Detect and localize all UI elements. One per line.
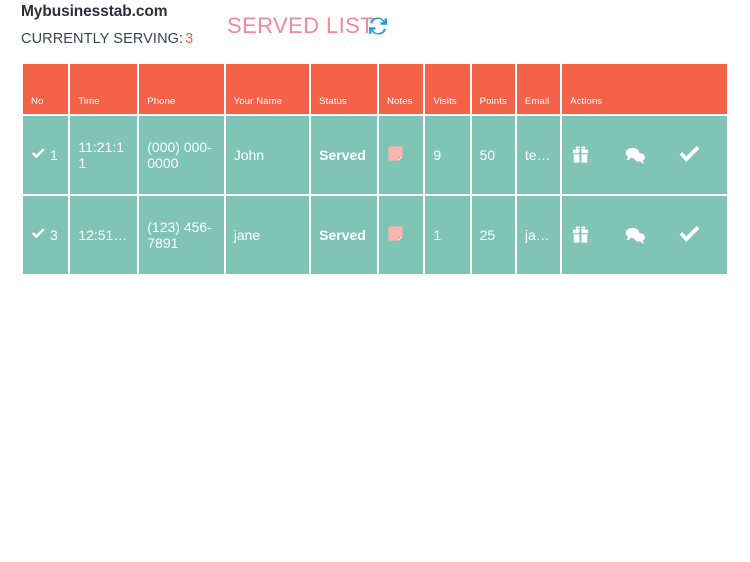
served-check-icon [31, 147, 45, 164]
currently-serving-number: 3 [185, 31, 194, 47]
cell-phone: (000) 000-0000 [139, 116, 224, 194]
cell-status: Served [311, 196, 378, 274]
served-list-table-wrapper: No Time Phone Your Name Status Notes Vis… [21, 62, 729, 276]
served-check-icon [31, 227, 45, 244]
column-header-points[interactable]: Points [471, 64, 515, 114]
cell-points: 50 [471, 116, 515, 194]
cell-actions [562, 116, 727, 194]
column-header-email[interactable]: Email [516, 64, 561, 114]
check-icon[interactable] [678, 224, 700, 246]
cell-no-value: 1 [50, 146, 58, 163]
column-header-status[interactable]: Status [311, 64, 378, 114]
column-header-no[interactable]: No [23, 64, 69, 114]
column-header-time[interactable]: Time [70, 64, 138, 114]
brand-title: Mybusinesstab.com [21, 3, 168, 20]
currently-serving-label: CURRENTLY SERVING: [21, 31, 184, 47]
table-row[interactable]: 1 11:21:11 (000) 000-0000 John Served 9 [23, 116, 727, 194]
page-title: SERVED LIST [227, 13, 375, 38]
column-header-phone[interactable]: Phone [139, 64, 224, 114]
refresh-icon[interactable] [367, 15, 389, 37]
sticky-note-icon[interactable] [387, 225, 404, 242]
cell-email: ja… [516, 196, 561, 274]
currently-serving: CURRENTLY SERVING: 3 [21, 31, 193, 47]
column-header-notes[interactable]: Notes [379, 64, 424, 114]
cell-phone: (123) 456-7891 [139, 196, 224, 274]
sticky-note-icon[interactable] [387, 145, 404, 162]
column-header-actions[interactable]: Actions [562, 64, 727, 114]
gift-icon[interactable] [570, 224, 592, 246]
cell-no: 3 [23, 196, 69, 274]
table-header-row: No Time Phone Your Name Status Notes Vis… [23, 64, 727, 114]
cell-visits: 1 [425, 196, 470, 274]
cell-time: 12:51… [70, 196, 138, 274]
cell-visits: 9 [425, 116, 470, 194]
table-row[interactable]: 3 12:51… (123) 456-7891 jane Served 1 25… [23, 196, 727, 274]
chat-bubbles-icon[interactable] [624, 224, 646, 246]
gift-icon[interactable] [570, 144, 592, 166]
cell-actions [562, 196, 727, 274]
cell-email-value: te… [524, 147, 551, 163]
column-header-name[interactable]: Your Name [225, 64, 310, 114]
cell-name: jane [225, 196, 310, 274]
served-list-table: No Time Phone Your Name Status Notes Vis… [21, 62, 729, 276]
cell-points: 25 [471, 196, 515, 274]
cell-no: 1 [23, 116, 69, 194]
cell-email-value: ja… [524, 227, 550, 243]
table-body: 1 11:21:11 (000) 000-0000 John Served 9 [23, 116, 727, 274]
table-header: No Time Phone Your Name Status Notes Vis… [23, 64, 727, 114]
column-header-visits[interactable]: Visits [425, 64, 470, 114]
chat-bubbles-icon[interactable] [624, 144, 646, 166]
cell-time: 11:21:11 [70, 116, 138, 194]
cell-status: Served [311, 116, 378, 194]
cell-no-value: 3 [50, 226, 58, 243]
cell-notes[interactable] [379, 196, 424, 274]
cell-notes[interactable] [379, 116, 424, 194]
check-icon[interactable] [678, 144, 700, 166]
page-header: Mybusinesstab.com CURRENTLY SERVING: 3 SE… [0, 0, 750, 60]
cell-email: te… [516, 116, 561, 194]
cell-name: John [225, 116, 310, 194]
